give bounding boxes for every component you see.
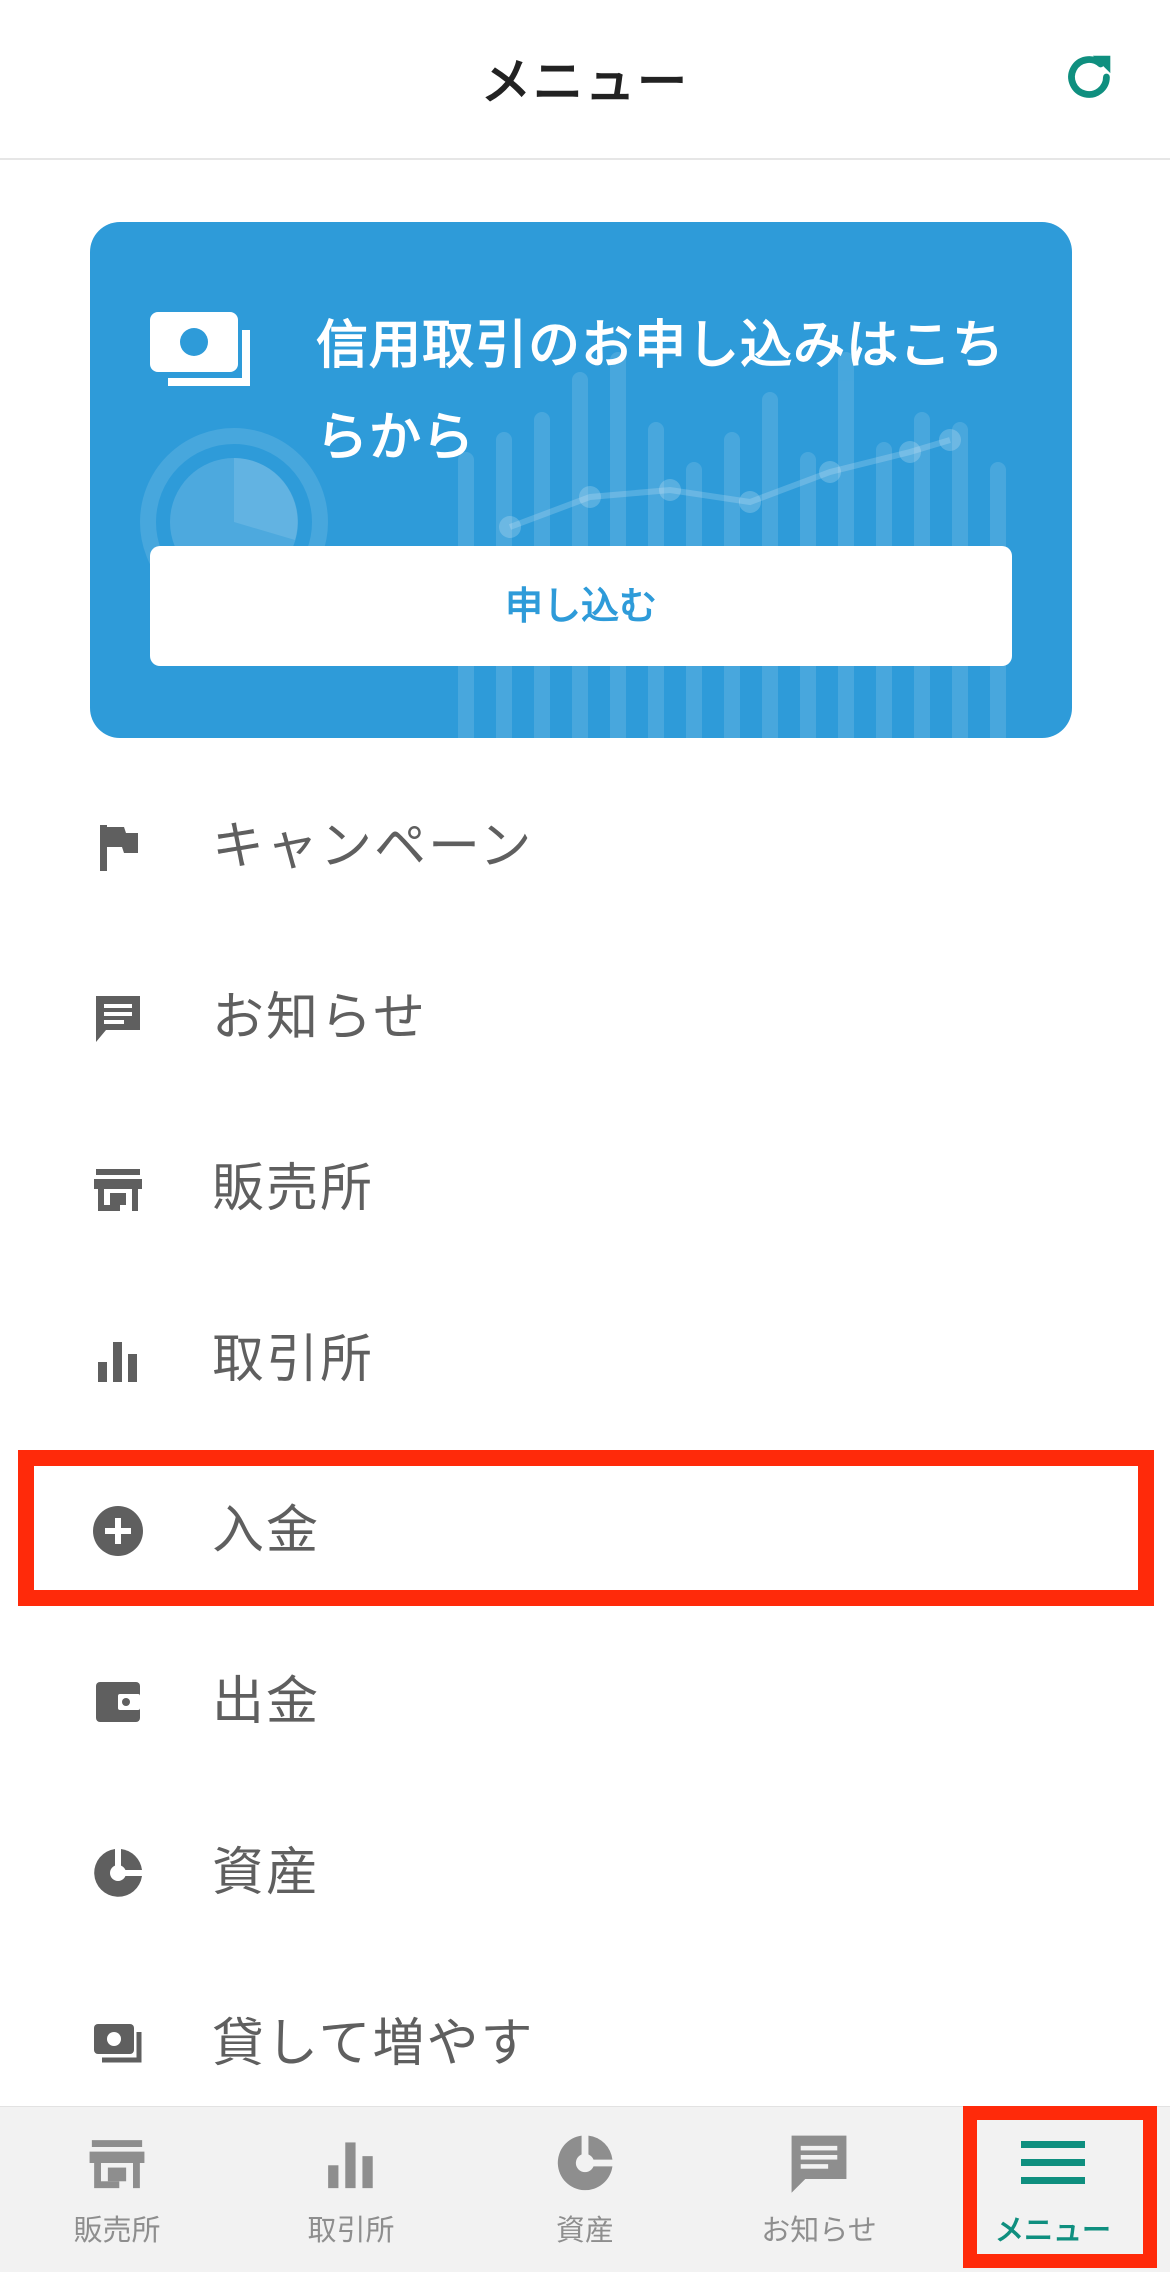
menu-item-label: 取引所 (212, 1330, 375, 1390)
wallet-icon (96, 1682, 140, 1722)
menu-item-exchange[interactable]: 取引所 (0, 1275, 1170, 1445)
margin-trading-banner: 信用取引のお申し込みはこちらから 申し込む (90, 222, 1072, 738)
menu-item-campaign[interactable]: キャンペーン (0, 762, 1170, 932)
bar-chart-icon (98, 1342, 137, 1382)
message-icon (96, 996, 140, 1042)
message-icon (791, 2135, 847, 2193)
tab-menu[interactable]: メニュー (936, 2107, 1170, 2272)
bottom-tab-bar: 販売所 取引所 資産 お知らせ メニュー (0, 2106, 1170, 2272)
app-header: メニュー (0, 0, 1170, 160)
page-title: メニュー (481, 53, 689, 111)
menu-item-label: お知らせ (212, 988, 427, 1048)
menu-item-label: キャンペーン (212, 817, 534, 877)
menu-item-label: 入金 (212, 1501, 321, 1561)
tab-assets[interactable]: 資産 (468, 2107, 702, 2272)
cash-icon (94, 2024, 142, 2063)
pie-chart-icon (557, 2135, 613, 2191)
tab-exchange[interactable]: 取引所 (234, 2107, 468, 2272)
menu-item-store[interactable]: 販売所 (0, 1104, 1170, 1274)
tab-notices[interactable]: お知らせ (702, 2107, 936, 2272)
plus-circle-icon (93, 1506, 143, 1556)
bar-chart-icon (328, 2142, 373, 2189)
hamburger-icon (1021, 2141, 1085, 2184)
pie-chart-icon (94, 1849, 142, 1897)
menu-item-withdraw[interactable]: 出金 (0, 1617, 1170, 1787)
menu-item-label: 出金 (212, 1672, 321, 1732)
tab-label: メニュー (994, 2213, 1111, 2247)
tab-label: 資産 (555, 2213, 614, 2247)
refresh-icon[interactable] (1058, 46, 1120, 108)
tab-label: お知らせ (761, 2213, 877, 2247)
menu-item-label: 販売所 (212, 1159, 375, 1219)
menu-item-label: 貸して増やす (212, 2014, 535, 2074)
tab-label: 販売所 (73, 2213, 161, 2247)
apply-button[interactable]: 申し込む (150, 546, 1012, 666)
menu-item-label: 資産 (212, 1843, 321, 1903)
tab-store[interactable]: 販売所 (0, 2107, 234, 2272)
cash-icon (150, 312, 250, 386)
store-icon (89, 2140, 145, 2189)
menu-item-lending[interactable]: 貸して増やす (0, 1959, 1170, 2129)
menu-item-notices[interactable]: お知らせ (0, 933, 1170, 1103)
store-icon (94, 1169, 142, 1211)
tab-label: 取引所 (307, 2213, 395, 2247)
menu-item-deposit[interactable]: 入金 (0, 1446, 1170, 1616)
banner-text: 信用取引のお申し込みはこちらから (316, 316, 1006, 468)
menu-item-assets[interactable]: 資産 (0, 1788, 1170, 1958)
flag-icon (100, 825, 138, 871)
